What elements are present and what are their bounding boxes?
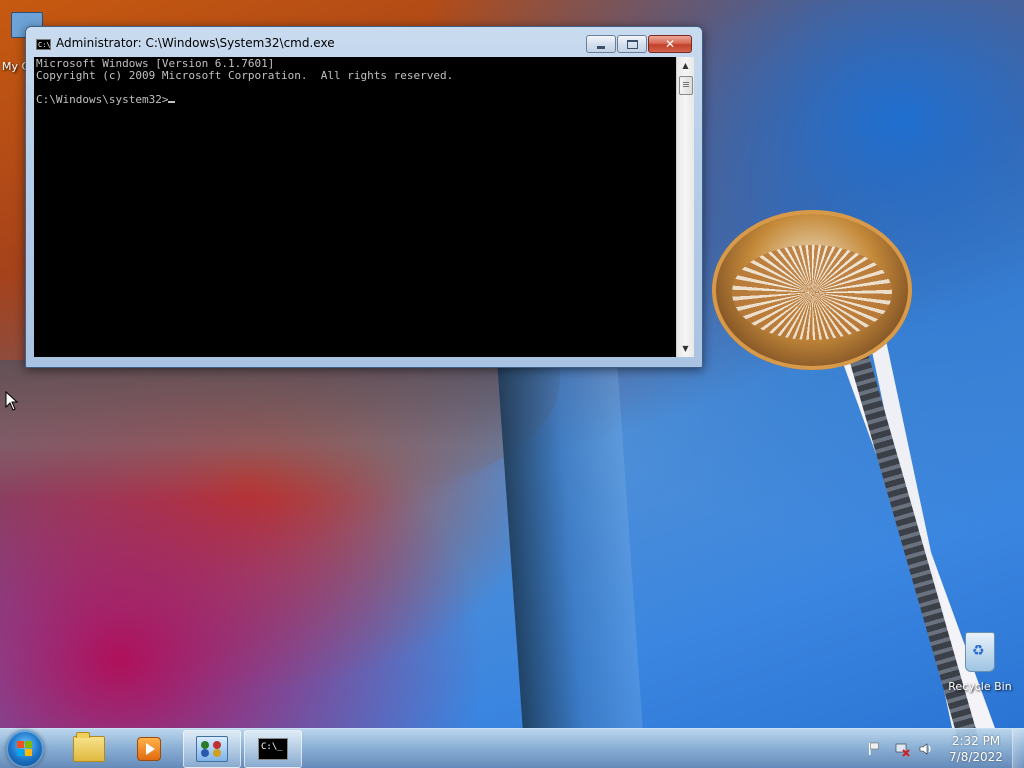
console-prompt-line: C:\Windows\system32> bbox=[36, 94, 674, 106]
minimize-button[interactable] bbox=[586, 35, 616, 53]
wallpaper-building bbox=[0, 360, 560, 500]
console-output[interactable]: Microsoft Windows [Version 6.1.7601] Cop… bbox=[34, 57, 676, 357]
scroll-up-arrow-icon[interactable]: ▲ bbox=[677, 57, 694, 74]
window-title: Administrator: C:\Windows\System32\cmd.e… bbox=[56, 36, 335, 50]
scroll-down-arrow-icon[interactable]: ▼ bbox=[677, 340, 694, 357]
cmd-window[interactable]: C:\ Administrator: C:\Windows\System32\c… bbox=[25, 26, 703, 368]
window-titlebar[interactable]: C:\ Administrator: C:\Windows\System32\c… bbox=[26, 27, 700, 57]
vertical-scrollbar[interactable]: ▲ ▼ bbox=[676, 57, 694, 357]
window-controls: ✕ bbox=[585, 35, 692, 53]
taskbar-control-panel-button[interactable] bbox=[183, 730, 241, 768]
close-button[interactable]: ✕ bbox=[648, 35, 692, 53]
console-line: Copyright (c) 2009 Microsoft Corporation… bbox=[36, 69, 454, 82]
taskbar-explorer-button[interactable] bbox=[60, 730, 118, 768]
text-cursor-caret bbox=[168, 101, 176, 103]
control-panel-icon bbox=[196, 736, 228, 762]
taskbar-cmd-button[interactable]: C:\_ bbox=[244, 730, 302, 768]
media-player-icon bbox=[137, 737, 161, 761]
cmd-icon: C:\_ bbox=[258, 738, 288, 760]
taskbar-media-player-button[interactable] bbox=[120, 730, 178, 768]
desktop-icon-label: Recycle Bin bbox=[948, 680, 1012, 693]
desktop-icon-recycle-bin[interactable]: Recycle Bin bbox=[942, 632, 1018, 702]
minimize-icon bbox=[597, 45, 605, 49]
maximize-button[interactable] bbox=[617, 35, 647, 53]
action-center-icon[interactable] bbox=[866, 741, 882, 757]
clock-time: 2:32 PM bbox=[951, 734, 1001, 748]
wallpaper-building-edge bbox=[497, 365, 643, 728]
taskbar: C:\_ 2:32 PM 7/8/2022 bbox=[0, 728, 1024, 768]
maximize-icon bbox=[626, 39, 638, 49]
start-button[interactable] bbox=[6, 730, 44, 768]
windows-logo-icon bbox=[17, 741, 33, 757]
close-icon: ✕ bbox=[664, 37, 676, 51]
folder-icon bbox=[73, 732, 105, 762]
clock-date: 7/8/2022 bbox=[949, 750, 1003, 764]
taskbar-clock[interactable]: 2:32 PM 7/8/2022 bbox=[944, 733, 1008, 765]
scroll-thumb[interactable] bbox=[679, 76, 693, 95]
console-prompt: C:\Windows\system32> bbox=[36, 93, 169, 106]
volume-icon[interactable] bbox=[918, 741, 934, 757]
show-desktop-button[interactable] bbox=[1012, 729, 1024, 768]
recycle-bin-icon bbox=[965, 632, 995, 672]
wallpaper-space-needle-disc bbox=[732, 245, 892, 340]
network-icon[interactable] bbox=[894, 741, 910, 757]
cmd-app-icon[interactable]: C:\ bbox=[36, 39, 51, 50]
